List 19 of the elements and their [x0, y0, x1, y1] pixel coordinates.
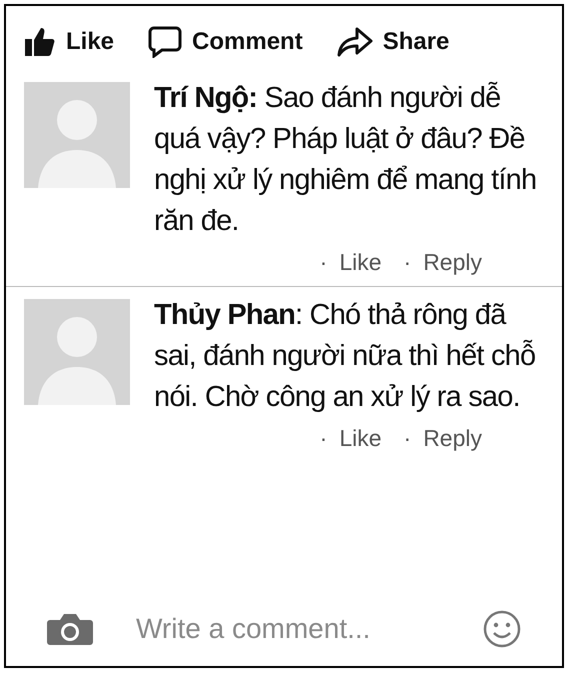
comment-button[interactable]: Comment [148, 24, 303, 60]
speech-bubble-icon [148, 26, 182, 58]
like-button[interactable]: Like [24, 24, 114, 60]
like-link[interactable]: Like [339, 244, 382, 280]
camera-icon[interactable] [46, 612, 94, 646]
reply-link[interactable]: Reply [423, 244, 482, 280]
comment-text: Trí Ngộ: Sao đánh người dễ quá vậy? Pháp luật ở đâu? Đề nghị xử lý nghiêm để mang tính răn đe. [154, 80, 538, 239]
thumbs-up-icon [24, 27, 56, 57]
comment-text: Thủy Phan: Chó thả rông đã sai, đánh người nữa thì hết chỗ nói. Chờ công an xử lý ra sao. [154, 298, 536, 415]
separator-dot: · [404, 248, 412, 277]
share-button[interactable]: Share [336, 24, 450, 60]
separator-dot: · [404, 424, 412, 453]
smiley-icon[interactable] [482, 609, 522, 649]
like-link[interactable]: Like [339, 420, 382, 456]
share-arrow-icon [336, 27, 373, 57]
reply-link[interactable]: Reply [423, 420, 482, 456]
comment-input[interactable]: Write a comment... [136, 608, 476, 650]
separator-dot: · [320, 424, 328, 453]
separator-dot: · [320, 248, 328, 277]
